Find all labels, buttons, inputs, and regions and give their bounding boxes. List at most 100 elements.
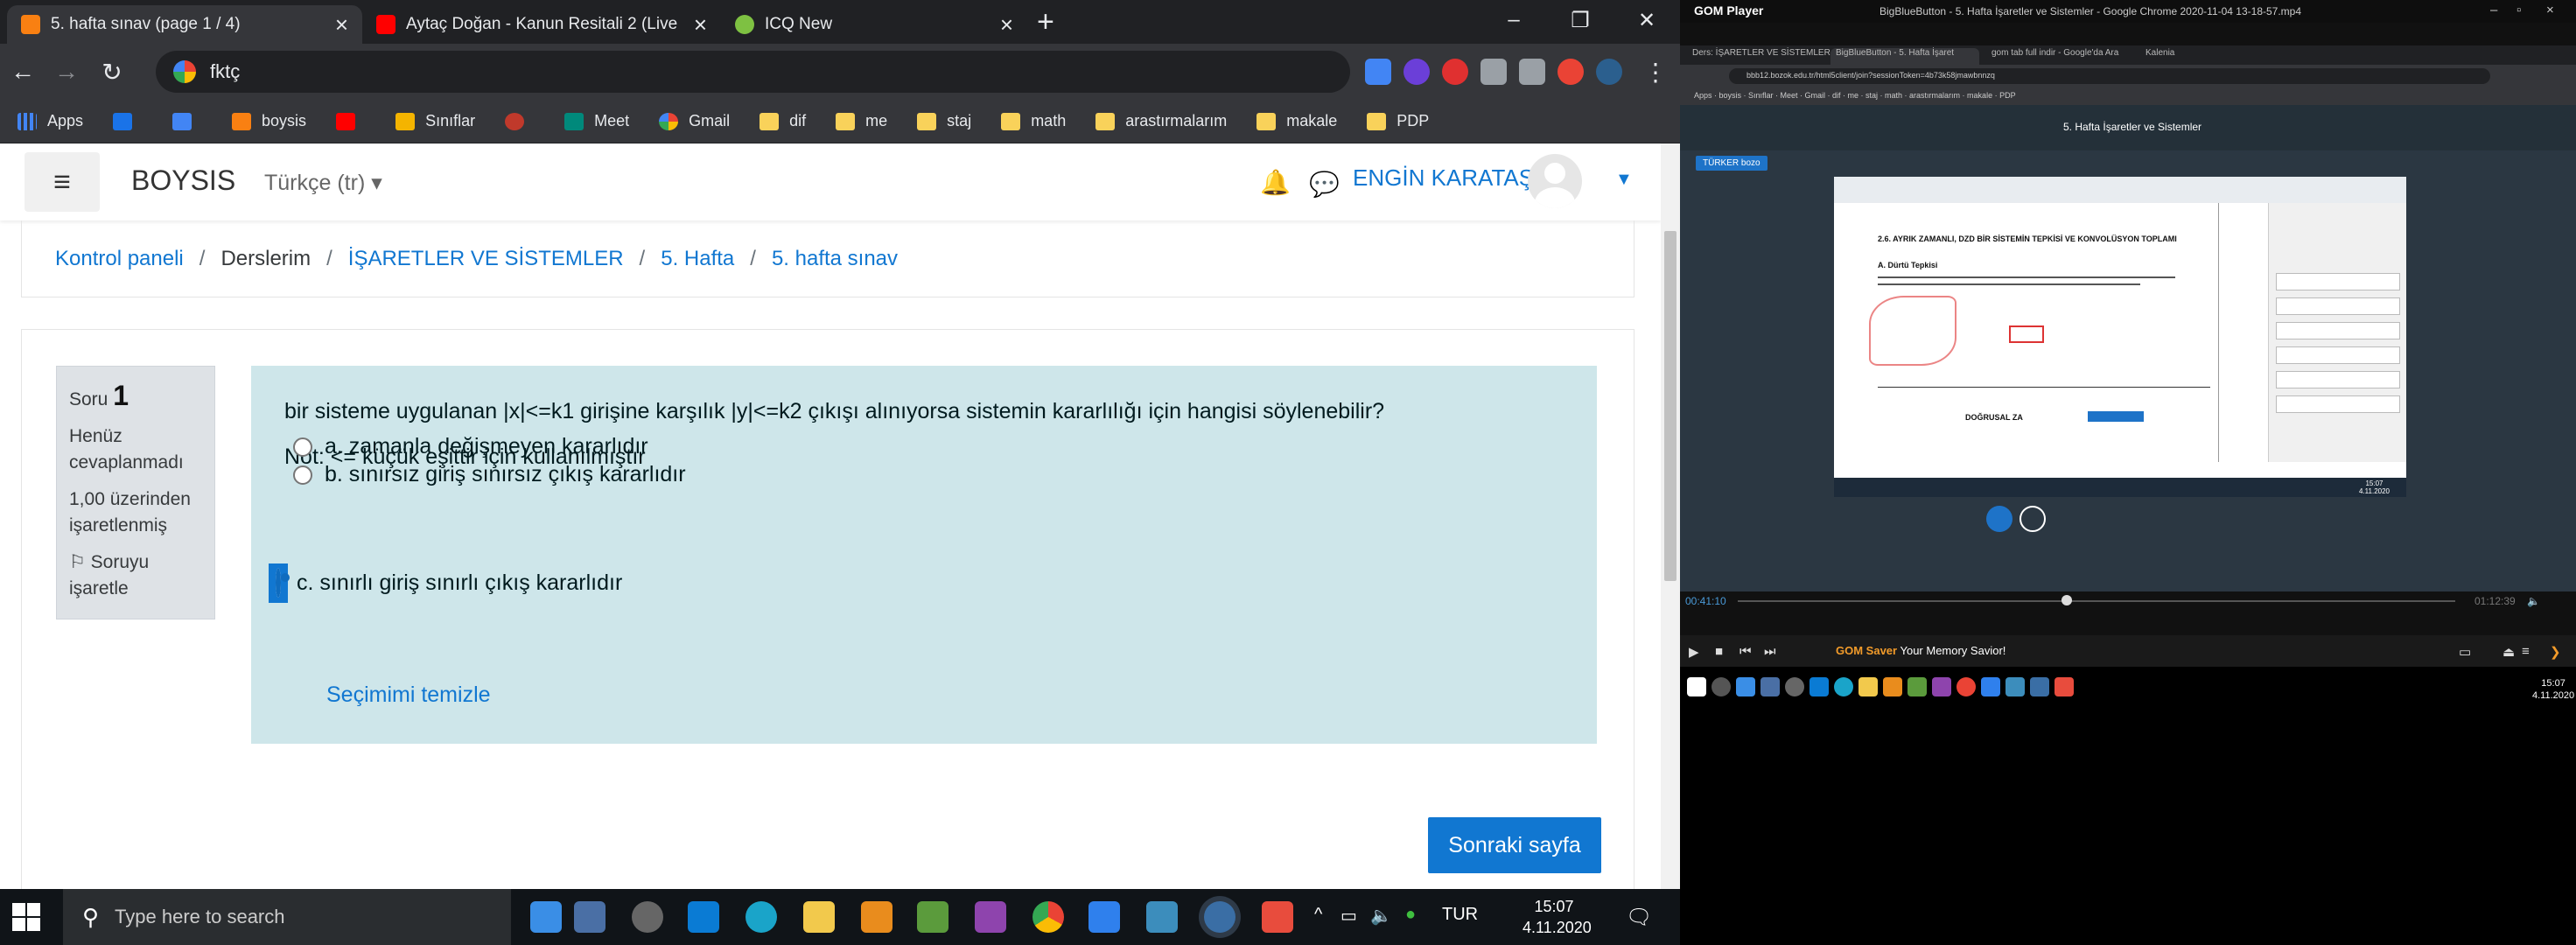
mail-icon[interactable] — [688, 901, 719, 933]
playlist-icon[interactable]: ❯ — [2550, 644, 2561, 660]
tab-youtube[interactable]: Aytaç Doğan - Kanun Resitali 2 (Live × — [362, 5, 721, 44]
visual-studio-icon[interactable] — [1932, 677, 1951, 696]
scrollbar-thumb[interactable] — [1664, 231, 1676, 581]
gom-seekbar[interactable]: 00:41:10 01:12:39 🔈 — [1680, 592, 2576, 635]
edge-icon[interactable] — [1834, 677, 1853, 696]
visual-studio-icon[interactable] — [975, 901, 1006, 933]
reload-icon[interactable]: ↻ — [93, 52, 131, 91]
bookmark-folder-pdp[interactable]: PDP — [1367, 112, 1429, 130]
volume-icon[interactable]: 🔈 — [2527, 595, 2540, 607]
media-icon[interactable] — [1519, 59, 1545, 85]
scrollbar[interactable] — [1661, 144, 1680, 889]
bookmark-gmail[interactable]: Gmail — [659, 112, 730, 130]
bookmark-translate[interactable] — [172, 112, 202, 130]
prev-icon[interactable]: ⏮ — [1740, 644, 1752, 659]
flag-question[interactable]: ⚐ Soruyu işaretle — [69, 550, 202, 602]
groove-icon[interactable] — [1785, 677, 1804, 696]
option-c[interactable]: c. sınırlı giriş sınırlı çıkış kararlıdı… — [269, 564, 622, 603]
bookmark-youtube[interactable] — [336, 112, 366, 130]
hamburger-menu-icon[interactable]: ≡ — [24, 152, 100, 212]
gom-icon[interactable] — [2054, 677, 2074, 696]
network-icon[interactable]: ● — [1405, 905, 1416, 925]
snipping-icon[interactable] — [1981, 677, 2000, 696]
chrome-icon[interactable] — [1956, 677, 1976, 696]
notification-icon[interactable]: 🗨 — [1626, 905, 1652, 930]
avatar[interactable] — [1528, 154, 1582, 208]
address-bar[interactable]: fktç — [156, 51, 1350, 93]
calendar-icon[interactable] — [1736, 677, 1755, 696]
forward-icon[interactable]: → — [47, 52, 86, 91]
eject-icon[interactable]: ⏏ — [2502, 644, 2515, 660]
gom-saver-ad[interactable]: GOM Saver Your Memory Savior! — [1836, 644, 2006, 657]
bookmark-meet[interactable]: Meet — [564, 112, 629, 130]
menu-icon[interactable]: ⋮ — [1636, 52, 1675, 91]
right-clock[interactable]: 15:07 4.11.2020 — [2532, 677, 2574, 702]
screenshot-icon[interactable]: ▭ — [2459, 644, 2471, 660]
calculator-icon[interactable] — [574, 901, 606, 933]
option-b[interactable]: b. sınırsız giriş sınırsız çıkış kararlı… — [293, 462, 686, 487]
breadcrumb-kontrol-paneli[interactable]: Kontrol paneli — [55, 247, 184, 271]
taskbar-search[interactable]: ⚲ Type here to search — [63, 889, 511, 945]
bookmark-siniflar[interactable]: Sınıflar — [396, 112, 475, 130]
calendar-icon[interactable] — [530, 901, 562, 933]
bookmark-folder-me[interactable]: me — [836, 112, 887, 130]
radio-c[interactable] — [276, 568, 281, 598]
close-icon[interactable]: × — [1000, 11, 1013, 38]
notepad-icon[interactable] — [1908, 677, 1927, 696]
tab-moodle[interactable]: 5. hafta sınav (page 1 / 4) × — [7, 5, 362, 44]
close-window-icon[interactable]: ✕ — [1614, 0, 1680, 40]
bookmark-folder-arastirmalarim[interactable]: arastırmalarım — [1096, 112, 1227, 130]
moon-icon[interactable] — [1404, 59, 1430, 85]
stop-icon[interactable]: ■ — [1715, 644, 1723, 659]
bookmark-folder-dif[interactable]: dif — [760, 112, 806, 130]
radio-b[interactable] — [293, 465, 312, 485]
language-menu[interactable]: Türkçe (tr) ▾ — [264, 170, 382, 196]
volume-icon[interactable]: 🔈 — [1370, 905, 1392, 927]
translate-icon[interactable] — [1365, 59, 1391, 85]
tab-icq[interactable]: ICQ New × — [721, 5, 1027, 44]
extensions-icon[interactable] — [1480, 59, 1507, 85]
chrome-active-icon[interactable] — [2030, 677, 2049, 696]
seek-knob[interactable] — [2062, 595, 2072, 606]
bookmark-hand[interactable] — [505, 112, 535, 130]
sublime-icon[interactable] — [861, 901, 892, 933]
chrome-active-icon[interactable] — [1204, 901, 1236, 933]
edge-icon[interactable] — [746, 901, 777, 933]
sublime-icon[interactable] — [1883, 677, 1902, 696]
snipping-icon[interactable] — [1088, 901, 1120, 933]
windows-start-icon[interactable] — [12, 903, 40, 931]
play-icon[interactable]: ▶ — [1689, 644, 1699, 660]
caret-down-icon[interactable]: ▼ — [1615, 170, 1633, 190]
close-icon[interactable]: × — [2546, 3, 2554, 18]
bookmark-folder-math[interactable]: math — [1001, 112, 1066, 130]
bell-icon[interactable]: 🔔 — [1260, 168, 1291, 197]
site-brand[interactable]: BOYSIS — [131, 164, 235, 197]
bookmark-magnet[interactable] — [113, 112, 143, 130]
gom-icon[interactable] — [1262, 901, 1293, 933]
close-icon[interactable]: × — [694, 11, 707, 38]
breadcrumb-quiz[interactable]: 5. hafta sınav — [772, 247, 898, 271]
bookmark-folder-makale[interactable]: makale — [1256, 112, 1337, 130]
seek-track[interactable] — [1738, 600, 2455, 602]
battery-icon[interactable]: ▭ — [1340, 905, 1357, 927]
minimize-icon[interactable]: – — [1480, 0, 1547, 40]
user-name[interactable]: ENGİN KARATAŞ — [1353, 164, 1534, 192]
close-icon[interactable]: × — [335, 11, 348, 38]
breadcrumb-course[interactable]: İŞARETLER VE SİSTEMLER — [348, 247, 624, 271]
bookmark-boysis[interactable]: boysis — [232, 112, 306, 130]
photos-icon[interactable] — [2006, 677, 2025, 696]
profile-avatar[interactable] — [1596, 59, 1622, 85]
next-icon[interactable]: ⏭ — [1764, 644, 1776, 659]
bookmark-apps[interactable]: Apps — [18, 112, 83, 130]
video-frame[interactable]: Ders: İŞARETLER VE SİSTEMLER BigBlueButt… — [1680, 23, 2576, 593]
restore-icon[interactable]: ▫ — [2516, 3, 2521, 18]
next-page-button[interactable]: Sonraki sayfa — [1428, 817, 1601, 873]
bookmark-folder-staj[interactable]: staj — [917, 112, 971, 130]
chrome-icon[interactable] — [1032, 901, 1064, 933]
option-a[interactable]: a. zamanla değişmeyen kararlıdır — [293, 434, 648, 459]
calculator-icon[interactable] — [1760, 677, 1780, 696]
file-explorer-icon[interactable] — [803, 901, 835, 933]
notepad-icon[interactable] — [917, 901, 948, 933]
menu-icon[interactable]: ≡ — [2522, 644, 2530, 659]
back-icon[interactable]: ← — [4, 52, 42, 91]
